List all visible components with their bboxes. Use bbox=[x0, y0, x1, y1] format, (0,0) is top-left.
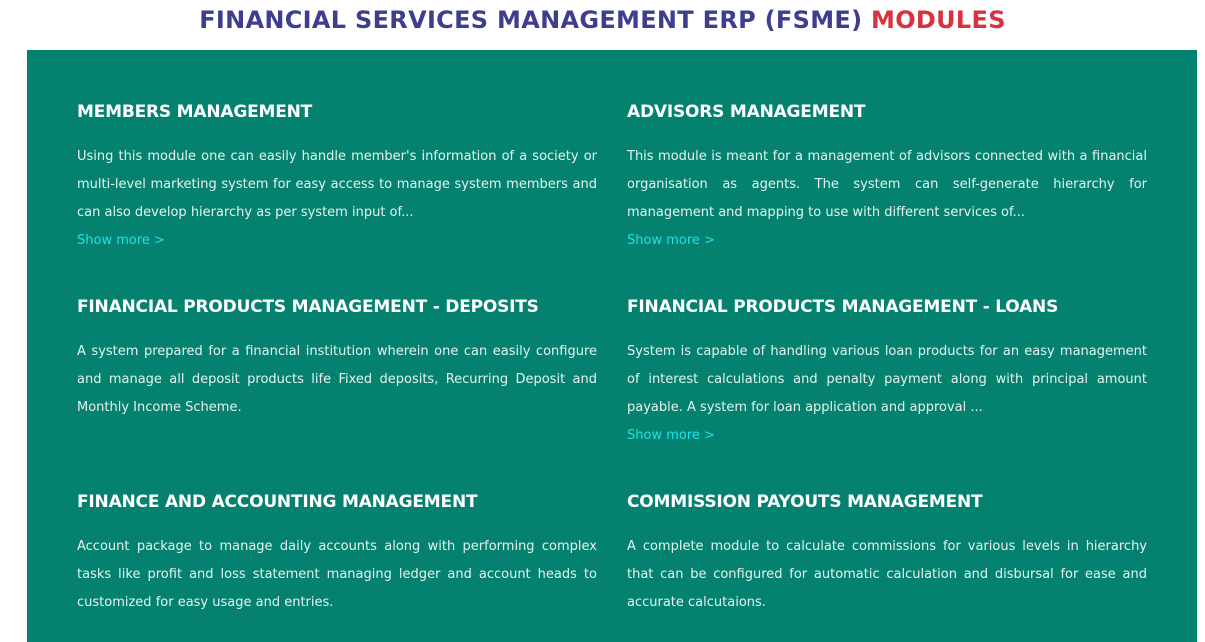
module-description: A system prepared for a financial instit… bbox=[77, 344, 597, 415]
show-more-link[interactable]: Show more > bbox=[627, 227, 1147, 255]
module-description: Using this module one can easily handle … bbox=[77, 149, 597, 220]
module-title: ADVISORS MANAGEMENT bbox=[627, 102, 866, 122]
module-title: COMMISSION PAYOUTS MANAGEMENT bbox=[627, 492, 983, 512]
module-card-loans: FINANCIAL PRODUCTS MANAGEMENT - LOANS Sy… bbox=[627, 295, 1147, 450]
module-description: System is capable of handling various lo… bbox=[627, 344, 1147, 415]
module-title: FINANCIAL PRODUCTS MANAGEMENT - LOANS bbox=[627, 297, 1059, 317]
module-card-advisors: ADVISORS MANAGEMENT This module is meant… bbox=[627, 100, 1147, 255]
module-description: This module is meant for a management of… bbox=[627, 149, 1147, 220]
module-card-deposits: FINANCIAL PRODUCTS MANAGEMENT - DEPOSITS… bbox=[77, 295, 597, 422]
module-title: FINANCIAL PRODUCTS MANAGEMENT - DEPOSITS bbox=[77, 297, 539, 317]
module-card-accounting: FINANCE AND ACCOUNTING MANAGEMENT Accoun… bbox=[77, 490, 597, 617]
module-description: Account package to manage daily accounts… bbox=[77, 539, 597, 610]
page-title: FINANCIAL SERVICES MANAGEMENT ERP (FSME)… bbox=[0, 4, 1205, 36]
modules-panel: MEMBERS MANAGEMENT Using this module one… bbox=[27, 50, 1197, 642]
page-title-main: FINANCIAL SERVICES MANAGEMENT ERP (FSME) bbox=[199, 6, 863, 34]
module-title: MEMBERS MANAGEMENT bbox=[77, 102, 313, 122]
page-title-accent: MODULES bbox=[871, 6, 1006, 34]
show-more-link[interactable]: Show more > bbox=[627, 422, 1147, 450]
module-card-members: MEMBERS MANAGEMENT Using this module one… bbox=[77, 100, 597, 255]
module-description: A complete module to calculate commissio… bbox=[627, 539, 1147, 610]
show-more-link[interactable]: Show more > bbox=[77, 227, 597, 255]
module-card-commission: COMMISSION PAYOUTS MANAGEMENT A complete… bbox=[627, 490, 1147, 617]
module-title: FINANCE AND ACCOUNTING MANAGEMENT bbox=[77, 492, 478, 512]
